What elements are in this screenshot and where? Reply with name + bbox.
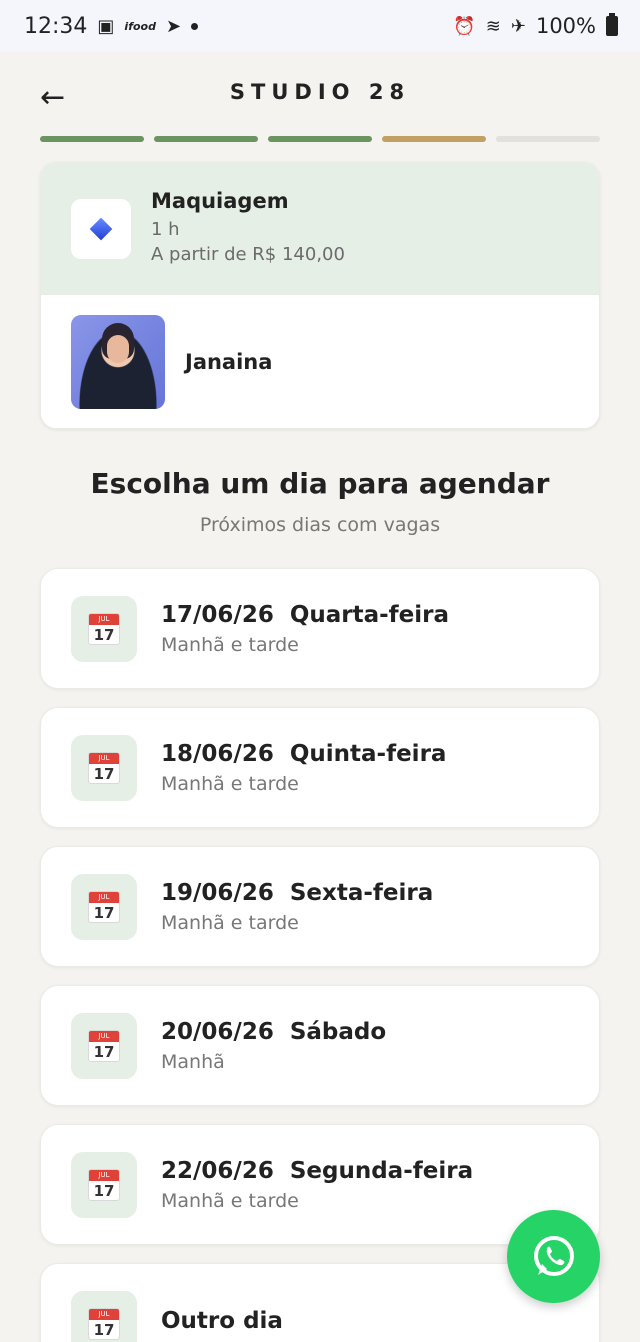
section-title: Escolha um dia para agendar	[90, 467, 550, 500]
calendar-day: 17	[93, 625, 115, 644]
day-option[interactable]: JUL 17 18/06/26 Quinta-feira Manhã e tard…	[40, 707, 600, 828]
service-icon-box	[71, 199, 131, 259]
battery-text: 100%	[535, 14, 596, 38]
other-day-title: Outro dia	[161, 1307, 283, 1334]
calendar-icon: JUL 17	[88, 751, 120, 784]
alarm-icon: ⏰	[453, 15, 476, 37]
day-weekday: Segunda-feira	[289, 1157, 474, 1184]
day-option[interactable]: JUL 17 19/06/26 Sexta-feira Manhã e tarde	[40, 846, 600, 967]
day-periods: Manhã	[161, 1050, 225, 1073]
notification-dot-icon	[191, 22, 199, 30]
whatsapp-button[interactable]	[507, 1210, 600, 1303]
calendar-day: 17	[93, 1320, 115, 1339]
calendar-icon-box: JUL 17	[71, 1012, 137, 1079]
progress-step-1	[40, 136, 144, 142]
status-bar: 12:34 ▣ ifood ➤ ⏰ ≋ ✈ 100%	[0, 0, 640, 52]
calendar-day: 17	[93, 1181, 115, 1200]
gallery-icon: ▣	[97, 15, 115, 37]
calendar-month: JUL	[89, 1030, 119, 1042]
calendar-icon: JUL 17	[88, 1029, 120, 1062]
calendar-icon: JUL 17	[88, 612, 120, 645]
calendar-month: JUL	[89, 752, 119, 764]
calendar-day: 17	[93, 903, 115, 922]
service-row: Maquiagem 1 h A partir de R$ 140,00	[41, 163, 599, 295]
airplane-icon: ✈	[510, 15, 526, 37]
header: ← STUDIO 28	[0, 52, 640, 136]
battery-icon	[606, 13, 618, 36]
service-name: Maquiagem	[151, 189, 289, 213]
avatar	[71, 314, 165, 409]
day-date: 20/06/26	[161, 1018, 274, 1045]
calendar-icon-box: JUL 17	[71, 595, 137, 662]
calendar-icon: JUL 17	[88, 1168, 120, 1201]
progress-step-5	[496, 136, 600, 142]
day-date: 19/06/26	[161, 879, 274, 906]
day-weekday: Quarta-feira	[289, 601, 450, 628]
day-weekday: Sexta-feira	[289, 879, 434, 906]
day-periods: Manhã e tarde	[161, 633, 299, 656]
progress-step-3	[268, 136, 372, 142]
day-periods: Manhã e tarde	[161, 772, 299, 795]
calendar-icon-box: JUL 17	[71, 1290, 137, 1342]
service-duration: 1 h	[151, 219, 180, 240]
calendar-month: JUL	[89, 1169, 119, 1181]
telegram-icon: ➤	[165, 15, 182, 37]
section-subtitle: Próximos dias com vagas	[199, 514, 441, 536]
calendar-day: 17	[93, 1042, 115, 1061]
day-option[interactable]: JUL 17 20/06/26 Sábado Manhã	[40, 985, 600, 1106]
wifi-icon: ≋	[485, 15, 501, 37]
calendar-icon-box: JUL 17	[71, 1151, 137, 1218]
professional-row: Janaina	[41, 295, 599, 428]
day-periods: Manhã e tarde	[161, 1189, 299, 1212]
calendar-icon: JUL 17	[88, 890, 120, 923]
whatsapp-icon	[533, 1235, 574, 1276]
ifood-icon: ifood	[124, 19, 156, 33]
step-progress	[0, 136, 640, 142]
service-info: Maquiagem 1 h A partir de R$ 140,00	[151, 189, 345, 269]
day-option[interactable]: JUL 17 17/06/26 Quarta-feira Manhã e tard…	[40, 568, 600, 689]
service-price: A partir de R$ 140,00	[151, 244, 345, 265]
calendar-month: JUL	[89, 891, 119, 903]
calendar-icon: JUL 17	[88, 1307, 120, 1340]
diamond-icon	[89, 217, 113, 241]
status-time: 12:34	[24, 13, 88, 39]
calendar-day: 17	[93, 764, 115, 783]
day-title: 19/06/26 Sexta-feira	[161, 880, 433, 906]
day-date: 22/06/26	[161, 1157, 274, 1184]
calendar-month: JUL	[89, 1308, 119, 1320]
page-title: STUDIO 28	[229, 80, 411, 104]
day-weekday: Sábado	[289, 1018, 387, 1045]
day-title: 17/06/26 Quarta-feira	[161, 602, 449, 628]
booking-summary-card: Maquiagem 1 h A partir de R$ 140,00 Jana…	[40, 162, 600, 429]
professional-name: Janaina	[185, 349, 273, 374]
calendar-icon-box: JUL 17	[71, 873, 137, 940]
day-title: 18/06/26 Quinta-feira	[161, 741, 446, 767]
day-date: 17/06/26	[161, 601, 274, 628]
progress-step-2	[154, 136, 258, 142]
day-title: 20/06/26 Sábado	[161, 1019, 386, 1045]
calendar-month: JUL	[89, 613, 119, 625]
day-date: 18/06/26	[161, 740, 274, 767]
day-weekday: Quinta-feira	[289, 740, 447, 767]
day-title: 22/06/26 Segunda-feira	[161, 1158, 473, 1184]
day-periods: Manhã e tarde	[161, 911, 299, 934]
calendar-icon-box: JUL 17	[71, 734, 137, 801]
progress-step-4	[382, 136, 486, 142]
